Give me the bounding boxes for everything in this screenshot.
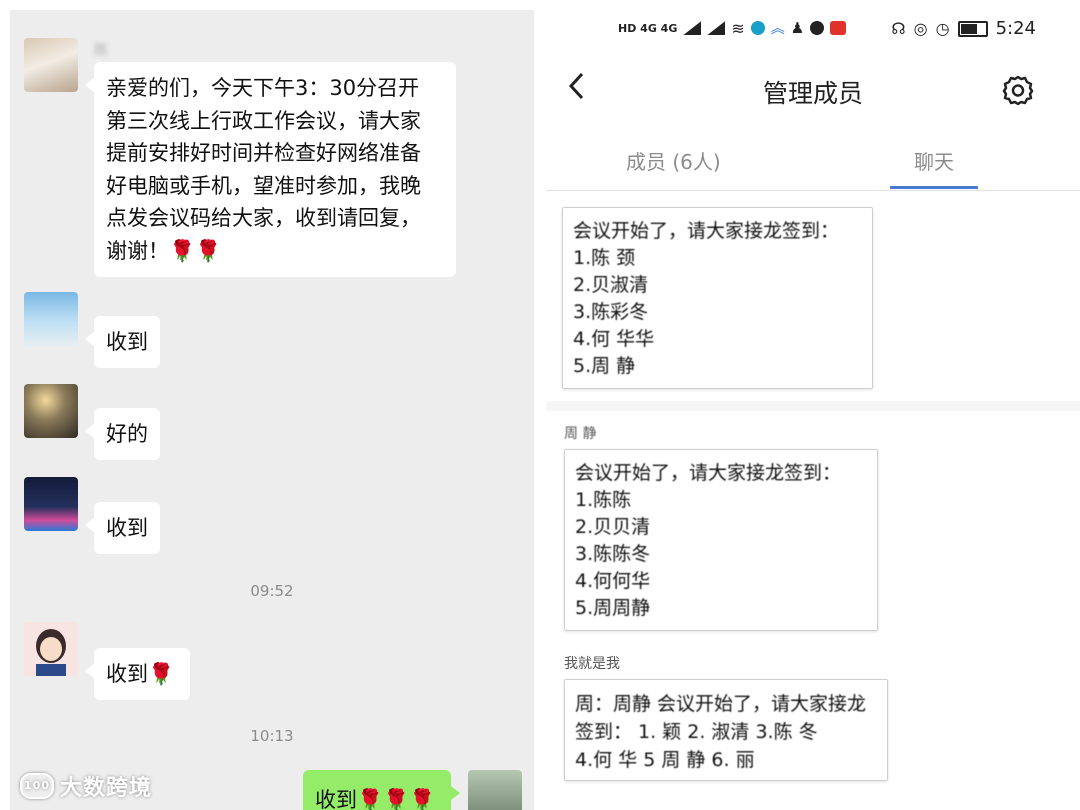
page-title: 管理成员 [762,79,863,108]
card-line: 周：周静 会议开始了，请大家接龙 [575,693,867,715]
card-line: 4.何 华 5 周 静 6. 丽 [575,749,755,771]
chat-panel: 陈 亲爱的们，今天下午3：30分召开 第三次线上行政工作会议，请大家 提前安排好… [10,10,534,810]
app-notification-icon [810,21,825,35]
status-right: ☊ ◎ ◷ 5:24 [891,18,1036,39]
message-line: 提前安排好时间并检查好网络准备 [106,141,421,165]
card-line: 会议开始了，请大家接龙签到： [575,462,842,484]
top-bar: 管理成员 [546,58,1080,120]
message-text: 收到 [106,330,148,354]
status-left: HD 4G 4G ≋ ︽ ♟ [618,18,847,38]
wifi-icon: ≋ [731,18,745,38]
card-line: 4.何何华 [575,570,651,592]
card-line: 1.陈 颈 [573,247,636,269]
card-line: 5.周周静 [575,597,651,619]
message-text: 收到 [106,516,148,540]
chat-record: 我就是我 周：周静 会议开始了，请大家接龙 签到： 1. 颖 2. 淑清 3.陈… [546,641,1080,810]
my-avatar[interactable] [468,770,522,810]
app-notification-icon [750,21,765,35]
my-message-bubble[interactable]: 收到🌹🌹🌹 [303,770,460,810]
status-time: 5:24 [995,18,1036,39]
watermark-text: 大数跨境 [60,776,153,801]
card-line: 5.周 静 [573,355,636,377]
avatar[interactable] [24,622,78,676]
bell-icon: ♟ [790,19,805,37]
message-bubble[interactable]: 收到 [85,316,160,368]
active-tab-indicator [890,186,978,189]
message-text: 好的 [106,422,148,446]
settings-button[interactable] [1002,74,1034,106]
divider [546,401,1080,411]
battery-icon [957,20,988,37]
watermark: 100 大数跨境 [20,770,152,802]
avatar[interactable] [24,292,78,346]
message-bubble[interactable]: 亲爱的们，今天下午3：30分召开 第三次线上行政工作会议，请大家 提前安排好时间… [85,62,456,277]
gear-icon [1002,75,1034,106]
manage-members-panel: HD 4G 4G ≋ ︽ ♟ ☊ ◎ ◷ 5:24 管理成员 成员 (6人) 聊… [546,0,1080,810]
timestamp: 09:52 [250,582,294,600]
card-line: 会议开始了，请大家接龙签到： [573,220,840,242]
message-text: 收到🌹🌹🌹 [315,788,436,810]
record-author: 我就是我 [564,656,620,672]
tab-chat[interactable]: 聊天 [914,146,954,175]
cartoon-face-icon [24,622,78,676]
card-line: 1.陈陈 [575,489,632,511]
avatar[interactable] [24,384,78,438]
card-line: 3.陈彩冬 [573,301,649,323]
chat-record: 会议开始了，请大家接龙签到： 1.陈 颈 2.贝淑清 3.陈彩冬 4.何 华华 … [546,191,1080,401]
chat-record: 周 静 会议开始了，请大家接龙签到： 1.陈陈 2.贝贝清 3.陈陈冬 4.何何… [546,411,1080,641]
card-line: 3.陈陈冬 [575,543,651,565]
message-bubble[interactable]: 收到 [85,502,160,554]
avatar[interactable] [24,477,78,531]
signal-icon [707,21,726,35]
headphone-icon: ☊ [891,19,906,38]
watermark-logo-icon: 100 [20,773,54,799]
network-indicator: HD 4G 4G [618,21,678,35]
message-line: 谢谢！🌹🌹 [106,238,222,263]
message-text: 收到🌹 [106,662,175,686]
eye-icon: ◎ [913,19,928,38]
signal-icon [683,21,702,35]
record-author: 周 静 [564,426,597,442]
timestamp: 10:13 [250,727,294,745]
message-card[interactable]: 周：周静 会议开始了，请大家接龙 签到： 1. 颖 2. 淑清 3.陈 冬 4.… [564,679,888,781]
message-bubble[interactable]: 好的 [85,408,160,460]
alarm-icon: ◷ [935,19,950,38]
tab-members[interactable]: 成员 (6人) [626,146,721,175]
status-bar: HD 4G 4G ≋ ︽ ♟ ☊ ◎ ◷ 5:24 [546,0,1080,58]
message-line: 亲爱的们，今天下午3：30分召开 [106,76,420,100]
message-line: 第三次线上行政工作会议，请大家 [106,108,421,133]
app-notification-icon: ︽ [770,21,785,37]
sender-name: 陈 [94,43,108,59]
message-bubble[interactable]: 收到🌹 [85,648,190,700]
message-card[interactable]: 会议开始了，请大家接龙签到： 1.陈陈 2.贝贝清 3.陈陈冬 4.何何华 5.… [564,449,878,631]
card-line: 4.何 华华 [573,328,655,350]
avatar[interactable] [24,38,78,92]
card-line: 2.贝淑清 [573,274,649,296]
card-line: 2.贝贝清 [575,516,651,538]
message-line: 好电脑或手机，望准时参加，我晚 [106,173,421,198]
message-line: 点发会议码给大家，收到请回复， [106,206,421,230]
video-app-icon [830,21,847,35]
message-card[interactable]: 会议开始了，请大家接龙签到： 1.陈 颈 2.贝淑清 3.陈彩冬 4.何 华华 … [562,207,873,389]
tab-bar: 成员 (6人) 聊天 [546,120,1080,191]
card-line: 签到： 1. 颖 2. 淑清 3.陈 冬 [575,721,818,743]
